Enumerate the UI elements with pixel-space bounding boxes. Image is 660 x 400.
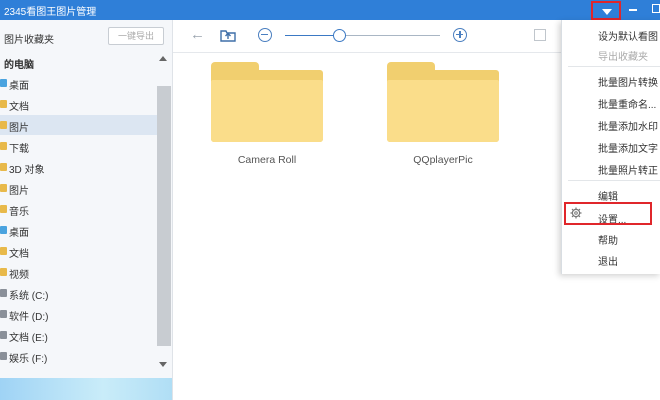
favorites-title: 图片收藏夹 xyxy=(4,35,54,46)
scroll-up-icon[interactable] xyxy=(159,56,167,61)
sidebar-tree-label: 软件 (D:) xyxy=(9,312,49,323)
menu-item-exit[interactable]: 退出 xyxy=(562,249,660,269)
sidebar-tree-label: 的电脑 xyxy=(4,60,34,71)
export-favorites-button[interactable]: 一键导出 xyxy=(108,27,164,45)
desktop-folder-icon xyxy=(0,79,7,87)
drive-icon xyxy=(0,310,7,318)
drive-icon xyxy=(0,289,7,297)
sidebar-tree-item[interactable]: 图片 xyxy=(0,115,158,135)
sidebar-tree-item[interactable]: 图片 xyxy=(0,178,158,198)
menu-item-batch-convert[interactable]: 批量图片转换 xyxy=(562,70,660,90)
maximize-button[interactable] xyxy=(652,4,660,13)
menu-item-batch-text[interactable]: 批量添加文字 xyxy=(562,136,660,156)
zoom-in-icon[interactable] xyxy=(453,28,467,42)
sidebar-tree-label: 娱乐 (F:) xyxy=(9,354,48,365)
chevron-down-icon xyxy=(602,9,612,15)
sidebar-tree-label: 音乐 xyxy=(9,207,29,218)
back-arrow-icon[interactable]: ← xyxy=(190,26,208,44)
sidebar-tree-label: 图片 xyxy=(9,186,29,197)
menu-item-set-default[interactable]: 设为默认看图 xyxy=(562,24,660,44)
drive-icon xyxy=(0,331,7,339)
sidebar-tree-item[interactable]: 软件 (D:) xyxy=(0,304,158,324)
gear-icon xyxy=(570,207,582,219)
folder-icon xyxy=(0,268,7,276)
app-title: 2345看图王图片管理 xyxy=(4,7,97,18)
sidebar-tree-item[interactable]: 下载 xyxy=(0,136,158,156)
minimize-button[interactable] xyxy=(629,9,637,11)
parent-folder-icon[interactable] xyxy=(220,27,236,43)
sidebar-tree-item[interactable]: 桌面 xyxy=(0,220,158,240)
taskbar-strip xyxy=(0,378,172,400)
menu-item-batch-rotate[interactable]: 批量照片转正 xyxy=(562,158,660,178)
folder-icon xyxy=(0,184,7,192)
main-dropdown-menu: 设为默认看图 导出收藏夹 批量图片转换 批量重命名... 批量添加水印 批量添加… xyxy=(561,20,660,274)
sidebar-tree-item[interactable]: 系统 (C:) xyxy=(0,283,158,303)
sidebar-tree-label: 桌面 xyxy=(9,81,29,92)
menu-item-export-favorites: 导出收藏夹 xyxy=(598,52,648,63)
sidebar-tree-label: 视频 xyxy=(9,270,29,281)
menu-item-batch-watermark[interactable]: 批量添加水印 xyxy=(562,114,660,134)
scrollbar-thumb[interactable] xyxy=(157,86,171,346)
main-menu-button[interactable] xyxy=(591,1,621,20)
zoom-slider-thumb[interactable] xyxy=(333,29,346,42)
sidebar-tree-label: 系统 (C:) xyxy=(9,291,49,302)
folder-icon xyxy=(0,163,7,171)
title-bar xyxy=(0,0,660,20)
folder-icon xyxy=(0,121,7,129)
sidebar-tree-item[interactable]: 3D 对象 xyxy=(0,157,158,177)
drive-icon xyxy=(0,352,7,360)
folder-icon xyxy=(0,247,7,255)
menu-item-batch-rename[interactable]: 批量重命名... xyxy=(562,92,660,112)
sidebar-tree-label: 3D 对象 xyxy=(9,165,45,176)
sidebar-tree-item[interactable]: 桌面 xyxy=(0,73,158,93)
sidebar-tree-label: 图片 xyxy=(9,123,29,134)
sidebar-tree-label: 桌面 xyxy=(9,228,29,239)
sidebar-tree-label: 文档 xyxy=(9,102,29,113)
menu-divider xyxy=(568,180,660,181)
sidebar-tree-label: 文档 xyxy=(9,249,29,260)
menu-item-help[interactable]: 帮助 xyxy=(562,228,660,248)
sidebar-tree-label: 下载 xyxy=(9,144,29,155)
zoom-out-icon[interactable] xyxy=(258,28,272,42)
sidebar-tree-label: 文档 (E:) xyxy=(9,333,48,344)
sidebar-tree-item[interactable]: 文档 xyxy=(0,94,158,114)
menu-item-edit[interactable]: 编辑 xyxy=(562,184,660,204)
sidebar-tree-item[interactable]: 的电脑 xyxy=(0,52,158,72)
folder-icon[interactable] xyxy=(211,62,323,142)
sidebar-tree-item[interactable]: 视频 xyxy=(0,262,158,282)
folder-icon[interactable] xyxy=(387,62,499,142)
sidebar-tree-item[interactable]: 娱乐 (F:) xyxy=(0,346,158,366)
select-all-checkbox[interactable] xyxy=(534,29,546,41)
folder-icon xyxy=(0,205,7,213)
folder-icon xyxy=(0,100,7,108)
menu-divider xyxy=(568,66,660,67)
scroll-down-icon[interactable] xyxy=(159,362,167,367)
folder-icon xyxy=(0,142,7,150)
folder-name[interactable]: QQplayerPic xyxy=(373,154,513,166)
zoom-slider-fill xyxy=(285,35,340,36)
desktop-folder-icon xyxy=(0,226,7,234)
sidebar-tree-item[interactable]: 文档 (E:) xyxy=(0,325,158,345)
folder-name[interactable]: Camera Roll xyxy=(197,154,337,166)
sidebar-tree-item[interactable]: 文档 xyxy=(0,241,158,261)
sidebar-tree-item[interactable]: 音乐 xyxy=(0,199,158,219)
